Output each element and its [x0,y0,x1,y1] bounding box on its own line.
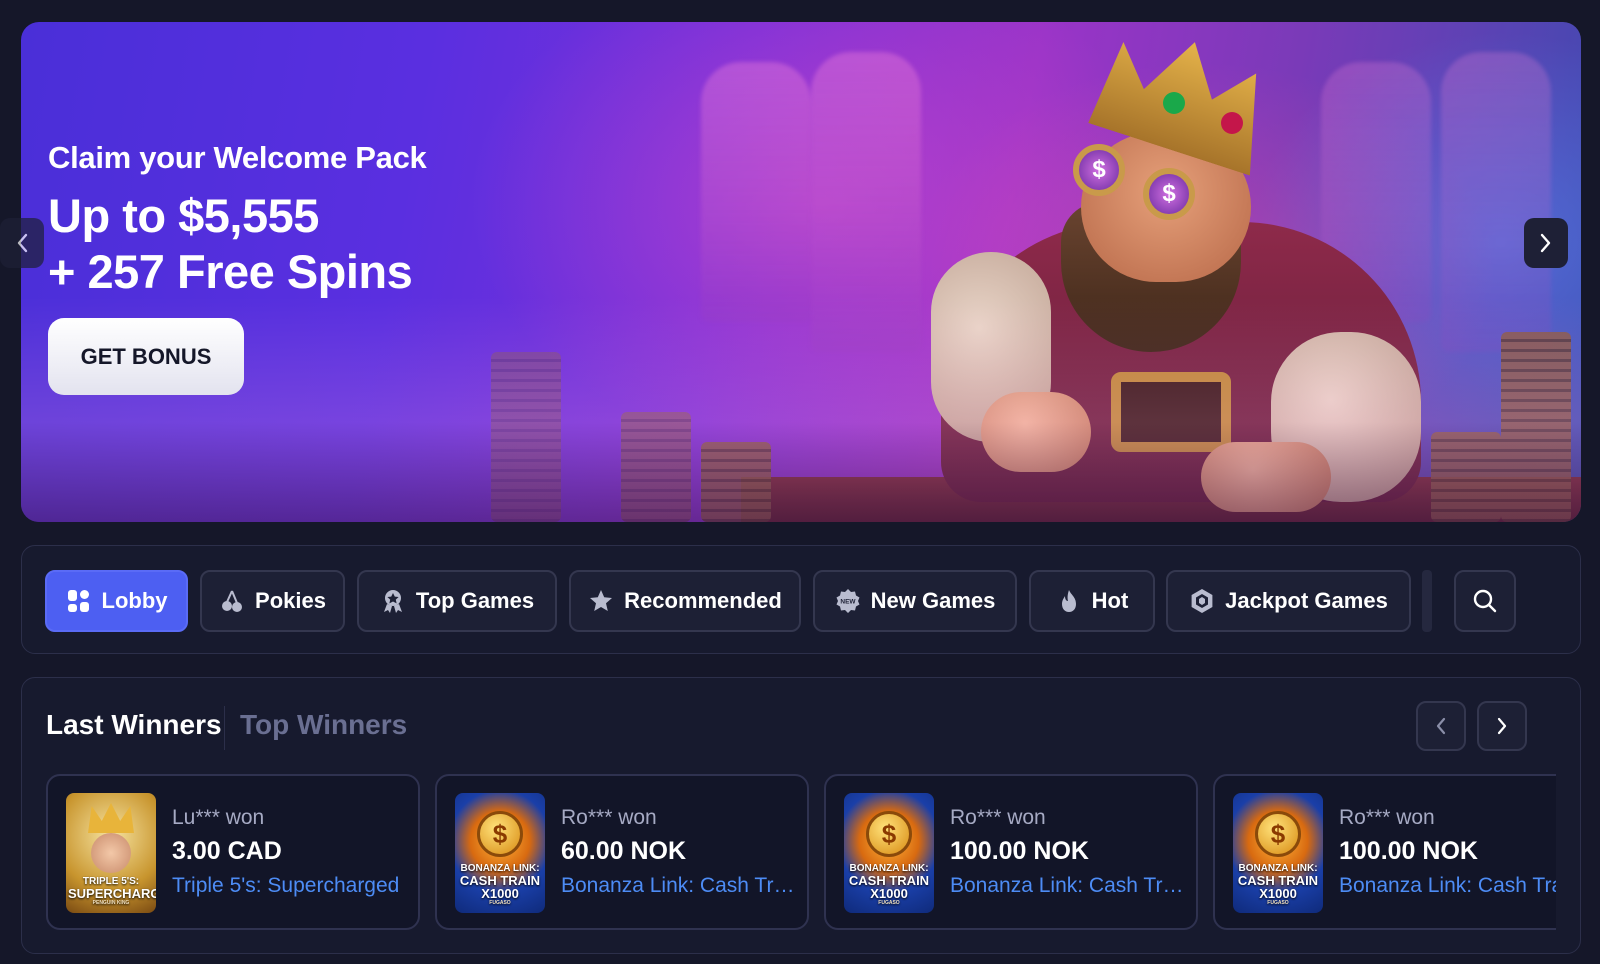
crown-icon [88,803,134,833]
dollar-coin-icon: $ [1255,811,1301,857]
category-hot[interactable]: Hot [1029,570,1155,632]
winner-card[interactable]: $ BONANZA LINK: CASH TRAIN X1000 FUGASO … [1213,774,1556,930]
thumbnail-title: BONANZA LINK: CASH TRAIN X1000 FUGASO [844,860,934,913]
winner-amount: 100.00 NOK [1339,837,1478,865]
game-thumbnail: $ BONANZA LINK: CASH TRAIN X1000 FUGASO [455,793,545,913]
cherry-icon [222,590,243,612]
winner-user: Ro*** won [950,806,1046,829]
game-thumbnail: $ BONANZA LINK: CASH TRAIN X1000 FUGASO [844,793,934,913]
thumbnail-title-line: X1000 [481,886,519,901]
dollar-coin-icon: $ [477,811,523,857]
hero-next-button[interactable] [1524,218,1568,268]
dollar-coin-icon: $ [866,811,912,857]
winner-user: Lu*** won [172,806,265,829]
category-label: Jackpot Games [1225,588,1388,613]
winner-card[interactable]: $ BONANZA LINK: CASH TRAIN X1000 FUGASO … [435,774,809,930]
hero-banner: $ $ Claim your Welcome Pack Up to $5,555… [21,22,1581,522]
hero-title-line: Up to $5,555 [48,189,319,242]
hero-text: Claim your Welcome Pack Up to $5,555 + 2… [48,140,427,300]
category-scroll-edge [1422,570,1432,632]
winners-panel: Last Winners Top Winners TRIPLE 5'S: SUP… [21,677,1581,954]
chevron-left-icon [1436,717,1446,735]
hero-subtitle: Claim your Welcome Pack [48,140,427,175]
thumbnail-title-line: X1000 [1259,886,1297,901]
category-label: Recommended [624,588,782,613]
winner-amount: 60.00 NOK [561,837,687,865]
winners-prev-button[interactable] [1416,701,1466,751]
game-thumbnail: $ BONANZA LINK: CASH TRAIN X1000 FUGASO [1233,793,1323,913]
svg-text:NEW: NEW [840,599,856,606]
thumbnail-provider: FUGASO [1267,900,1289,906]
winner-game-link[interactable]: Triple 5's: Supercharged [172,874,407,898]
category-bar: Lobby Pokies Top Games Recommended NEW N… [21,545,1581,654]
winner-game-link[interactable]: Bonanza Link: Cash Train [1339,874,1556,898]
winner-user: Ro*** won [1339,806,1435,829]
thumbnail-title: BONANZA LINK: CASH TRAIN X1000 FUGASO [455,860,545,913]
winner-card[interactable]: $ BONANZA LINK: CASH TRAIN X1000 FUGASO … [824,774,1198,930]
thumbnail-provider: PENGUIN KING [92,900,130,906]
grid-icon [67,590,89,612]
thumbnail-title-line: X1000 [870,886,908,901]
winners-next-button[interactable] [1477,701,1527,751]
winner-game-link[interactable]: Bonanza Link: Cash Train [950,874,1185,898]
game-thumbnail: TRIPLE 5'S: SUPERCHARGED PENGUIN KING [66,793,156,913]
tab-last-winners[interactable]: Last Winners [46,709,222,741]
category-label: Lobby [101,588,168,613]
winner-user: Ro*** won [561,806,657,829]
category-recommended[interactable]: Recommended [569,570,801,632]
category-label: New Games [870,588,996,613]
category-lobby[interactable]: Lobby [45,570,188,632]
category-label: Pokies [255,588,326,613]
thumbnail-provider: FUGASO [489,900,511,906]
search-button[interactable] [1454,570,1516,632]
thumbnail-provider: FUGASO [878,900,900,906]
chevron-right-icon [1497,717,1507,735]
get-bonus-button[interactable]: GET BONUS [48,318,244,395]
new-badge-icon: NEW [836,589,860,613]
search-icon [1473,589,1497,613]
category-label: Hot [1091,588,1129,613]
chevron-left-icon [17,233,28,253]
hero-title: Up to $5,555 + 257 Free Spins [48,188,426,300]
winner-amount: 3.00 CAD [172,837,282,865]
thumbnail-title-line: SUPERCHARGED [68,886,156,901]
flame-icon [1061,590,1076,612]
award-icon [383,590,402,613]
hero-prev-button[interactable] [0,218,44,268]
category-new-games[interactable]: NEW New Games [813,570,1017,632]
tab-top-winners[interactable]: Top Winners [240,709,407,741]
category-jackpot-games[interactable]: Jackpot Games [1166,570,1411,632]
king-face-icon [91,833,131,873]
winner-amount: 100.00 NOK [950,837,1089,865]
tab-divider [224,706,225,750]
winner-card[interactable]: TRIPLE 5'S: SUPERCHARGED PENGUIN KING Lu… [46,774,420,930]
hero-title-line: + 257 Free Spins [48,245,413,298]
category-label: Top Games [415,588,535,613]
category-top-games[interactable]: Top Games [357,570,557,632]
thumbnail-title: TRIPLE 5'S: SUPERCHARGED PENGUIN KING [66,873,156,913]
star-icon [590,590,613,611]
hexagon-icon [1191,589,1213,613]
winner-game-link[interactable]: Bonanza Link: Cash Train [561,874,796,898]
winner-cards: TRIPLE 5'S: SUPERCHARGED PENGUIN KING Lu… [46,774,1556,930]
thumbnail-title: BONANZA LINK: CASH TRAIN X1000 FUGASO [1233,860,1323,913]
category-pokies[interactable]: Pokies [200,570,345,632]
chevron-right-icon [1540,233,1551,253]
